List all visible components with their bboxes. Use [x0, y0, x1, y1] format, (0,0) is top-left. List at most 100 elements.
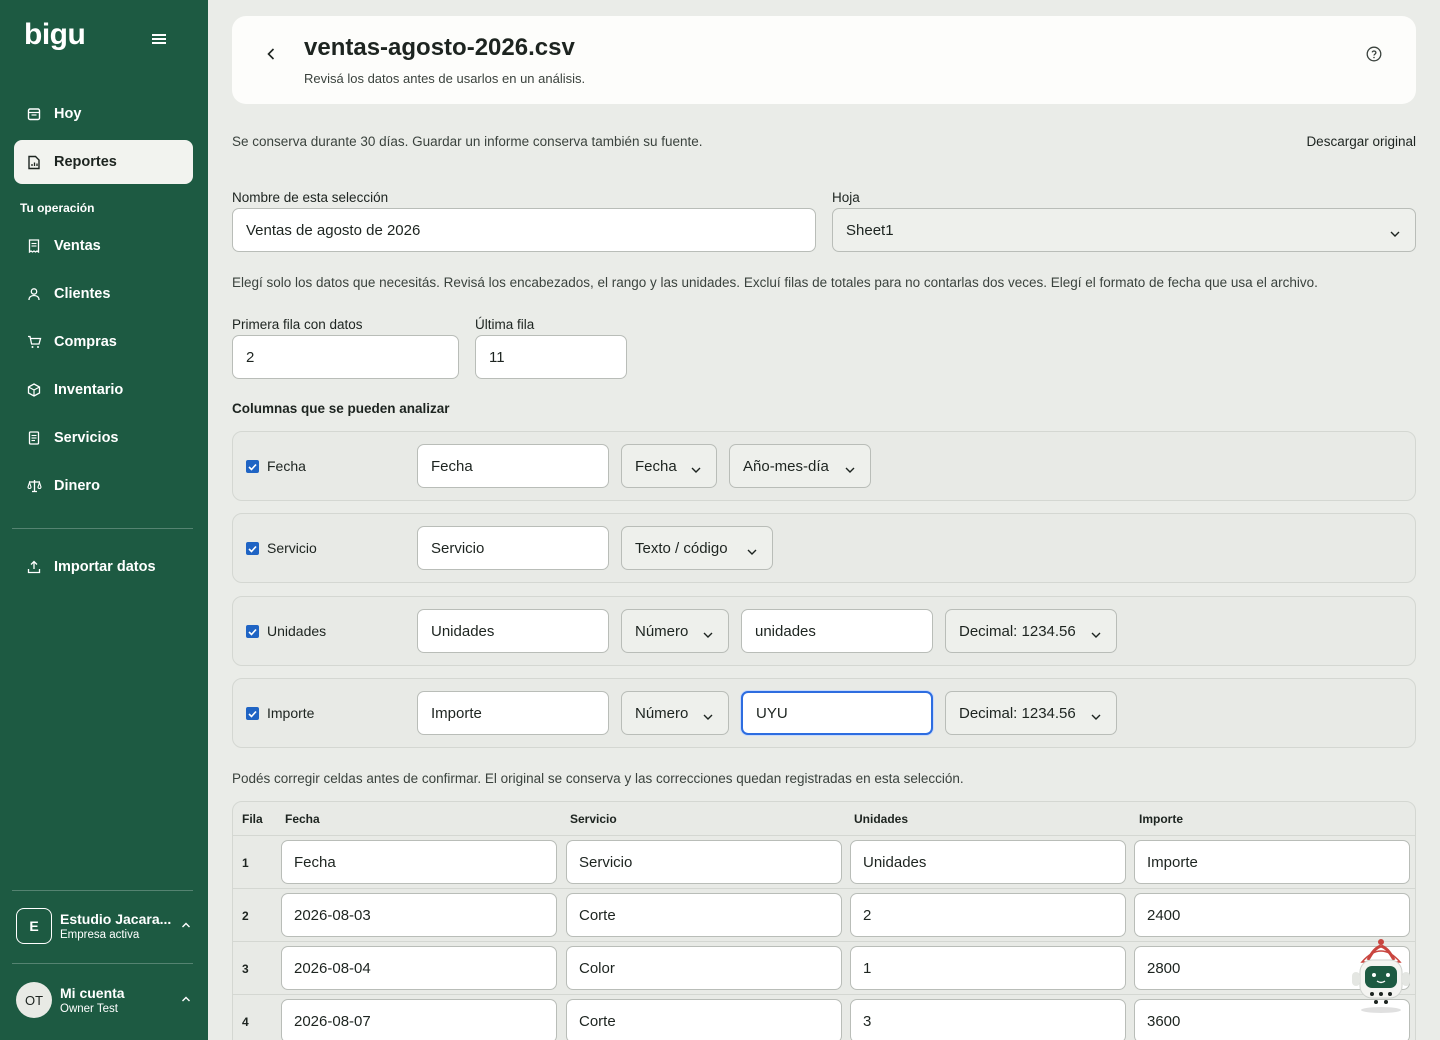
decimal-format-value: Decimal: 1234.56: [959, 622, 1076, 640]
checkbox-checked[interactable]: [246, 460, 259, 473]
back-arrow-icon[interactable]: [264, 44, 282, 64]
date-format-value: Año-mes-día: [743, 457, 829, 475]
sidebar-item-compras[interactable]: Compras: [14, 320, 193, 364]
sidebar-item-hoy[interactable]: Hoy: [14, 92, 193, 136]
sidebar-divider: [12, 963, 193, 964]
table-cell-input[interactable]: Importe: [1134, 840, 1410, 884]
page-title: ventas-agosto-2026.csv: [304, 34, 575, 61]
chevron-down-icon: [844, 462, 856, 479]
brand-logo[interactable]: bigu: [24, 18, 86, 52]
last-row-label: Última fila: [475, 317, 535, 332]
column-header-input[interactable]: Servicio: [417, 526, 609, 570]
chevron-down-icon: [1090, 627, 1102, 644]
column-header-input[interactable]: Unidades: [417, 609, 609, 653]
table-cell-input[interactable]: 2026-08-07: [281, 999, 557, 1040]
column-type-select[interactable]: Texto / código: [621, 526, 773, 570]
column-header-input[interactable]: Fecha: [417, 444, 609, 488]
retention-note: Se conserva durante 30 días. Guardar un …: [232, 134, 703, 149]
decimal-format-select[interactable]: Decimal: 1234.56: [945, 609, 1117, 653]
decimal-format-select[interactable]: Decimal: 1234.56: [945, 691, 1117, 735]
document-icon: [26, 430, 42, 446]
company-switcher[interactable]: E Estudio Jacara... Empresa activa: [16, 906, 196, 946]
sidebar-item-ventas[interactable]: Ventas: [14, 224, 193, 268]
column-name: Servicio: [267, 540, 317, 556]
column-config-row: Servicio Servicio Texto / código: [232, 513, 1416, 583]
upload-icon: [26, 559, 42, 575]
column-config-row: Unidades Unidades Número unidades Decima…: [232, 596, 1416, 666]
user-icon: [26, 286, 42, 302]
table-cell-input[interactable]: Servicio: [566, 840, 842, 884]
sheet-label: Hoja: [832, 190, 860, 205]
sidebar-item-dinero[interactable]: Dinero: [14, 464, 193, 508]
selection-name-input[interactable]: Ventas de agosto de 2026: [232, 208, 816, 252]
table-cell-input[interactable]: 3: [850, 999, 1126, 1040]
box-icon: [26, 382, 42, 398]
column-type-select[interactable]: Fecha: [621, 444, 717, 488]
download-original-link[interactable]: Descargar original: [1306, 134, 1416, 149]
sidebar-item-importar[interactable]: Importar datos: [14, 545, 193, 589]
table-cell-input[interactable]: 2: [850, 893, 1126, 937]
column-header-input[interactable]: Importe: [417, 691, 609, 735]
sidebar-item-label: Clientes: [54, 286, 111, 302]
currency-input[interactable]: UYU: [741, 691, 933, 735]
table-cell-input[interactable]: 2026-08-03: [281, 893, 557, 937]
unit-input[interactable]: unidades: [741, 609, 933, 653]
row-number: 2: [242, 909, 249, 923]
column-type-value: Número: [635, 704, 689, 722]
help-icon[interactable]: [1366, 46, 1382, 62]
account-menu[interactable]: OT Mi cuenta Owner Test: [16, 980, 196, 1020]
sidebar-item-label: Hoy: [54, 106, 82, 122]
sidebar-item-label: Dinero: [54, 478, 100, 494]
chevron-down-icon: [702, 627, 714, 644]
column-type-select[interactable]: Número: [621, 609, 729, 653]
row-number: 4: [242, 1015, 249, 1029]
sheet-select[interactable]: Sheet1: [832, 208, 1416, 252]
assistant-bot-icon[interactable]: [1348, 938, 1414, 1014]
sidebar-item-clientes[interactable]: Clientes: [14, 272, 193, 316]
checkbox-checked[interactable]: [246, 625, 259, 638]
column-header: Unidades: [854, 812, 909, 826]
chevron-up-icon: [180, 918, 192, 936]
column-type-value: Fecha: [635, 457, 677, 475]
checkbox-checked[interactable]: [246, 707, 259, 720]
table-cell-input[interactable]: 2026-08-04: [281, 946, 557, 990]
table-cell-input[interactable]: Fecha: [281, 840, 557, 884]
row-number: 3: [242, 962, 249, 976]
section-label: Tu operación: [20, 201, 95, 215]
sidebar-item-servicios[interactable]: Servicios: [14, 416, 193, 460]
first-row-label: Primera fila con datos: [232, 317, 363, 332]
company-name: Estudio Jacara...: [60, 911, 172, 927]
table-cell-input[interactable]: Corte: [566, 999, 842, 1040]
table-cell-input[interactable]: 1: [850, 946, 1126, 990]
last-row-input[interactable]: 11: [475, 335, 627, 379]
column-name: Importe: [267, 705, 315, 721]
column-type-select[interactable]: Número: [621, 691, 729, 735]
date-format-select[interactable]: Año-mes-día: [729, 444, 871, 488]
sidebar-item-label: Reportes: [54, 154, 117, 170]
cart-icon: [26, 334, 42, 350]
page-subtitle: Revisá los datos antes de usarlos en un …: [304, 71, 586, 86]
correction-note: Podés corregir celdas antes de confirmar…: [232, 771, 964, 786]
sidebar-item-label: Servicios: [54, 430, 119, 446]
chevron-down-icon: [702, 709, 714, 726]
chevron-down-icon: [1389, 226, 1401, 243]
column-name: Fecha: [267, 458, 306, 474]
sidebar-item-inventario[interactable]: Inventario: [14, 368, 193, 412]
checkbox-checked[interactable]: [246, 542, 259, 555]
column-config-row: Fecha Fecha Fecha Año-mes-día: [232, 431, 1416, 501]
sidebar-item-label: Ventas: [54, 238, 101, 254]
column-header: Fecha: [285, 812, 320, 826]
menu-icon[interactable]: [152, 32, 170, 48]
table-cell-input[interactable]: 2400: [1134, 893, 1410, 937]
table-cell-input[interactable]: Corte: [566, 893, 842, 937]
column-name: Unidades: [267, 623, 327, 639]
sidebar-item-label: Importar datos: [54, 559, 156, 575]
sidebar-item-reportes[interactable]: Reportes: [14, 140, 193, 184]
company-status: Empresa activa: [60, 929, 140, 941]
table-cell-input[interactable]: Unidades: [850, 840, 1126, 884]
receipt-icon: [26, 238, 42, 254]
table-row: 3 2026-08-04 Color 1 2800: [233, 941, 1415, 994]
account-user: Owner Test: [60, 1003, 118, 1015]
first-row-input[interactable]: 2: [232, 335, 459, 379]
table-cell-input[interactable]: Color: [566, 946, 842, 990]
